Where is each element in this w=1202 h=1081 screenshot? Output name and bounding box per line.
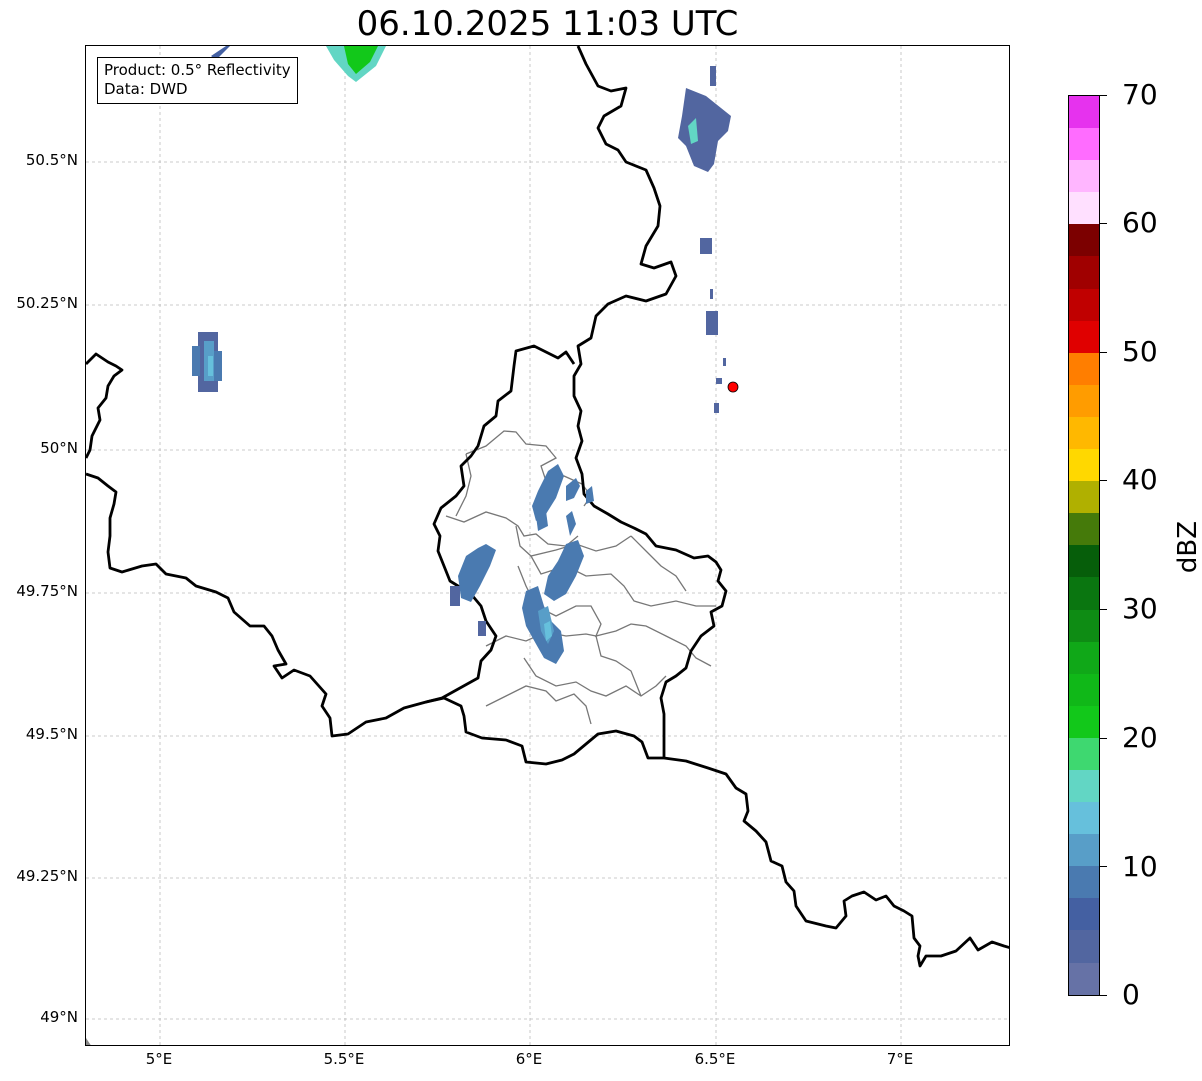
lat-label-50: 50°N [40,439,78,457]
lon-label-5: 5°E [145,1050,173,1068]
colorbar-segment [1069,866,1099,899]
colorbar-segment [1069,481,1099,514]
colorbar-segment [1069,834,1099,867]
colorbar-tick [1100,995,1107,996]
lat-label-49-75: 49.75°N [16,582,78,600]
lat-label-49-25: 49.25°N [16,867,78,885]
lat-label-49-5: 49.5°N [25,725,78,743]
colorbar-segment [1069,641,1099,674]
lon-label-6-5: 6.5°E [694,1050,736,1068]
radar-echoes [192,46,731,664]
colorbar-title: dBZ [1173,520,1202,574]
map-title: 06.10.2025 11:03 UTC [356,4,739,44]
colorbar-segment [1069,930,1099,963]
colorbar-segment [1069,898,1099,931]
colorbar-label-20: 20 [1122,721,1158,754]
colorbar-label-60: 60 [1122,206,1158,239]
colorbar-tick [1100,95,1107,96]
info-product: Product: 0.5° Reflectivity [104,61,291,79]
colorbar-segment [1069,384,1099,417]
colorbar-segment [1069,802,1099,835]
colorbar-tick [1100,352,1107,353]
map-canvas [86,46,1009,1045]
colorbar-segment [1069,962,1099,995]
colorbar-tick [1100,480,1107,481]
radar-map[interactable] [85,45,1010,1046]
colorbar-segment [1069,288,1099,321]
lat-label-50-5: 50.5°N [25,151,78,169]
colorbar-label-30: 30 [1122,592,1158,625]
colorbar-segment [1069,577,1099,610]
colorbar-segment [1069,160,1099,193]
colorbar-segment [1069,737,1099,770]
colorbar-label-70: 70 [1122,78,1158,111]
lon-label-5-5: 5.5°E [323,1050,365,1068]
colorbar-segment [1069,224,1099,257]
colorbar-segment [1069,609,1099,642]
colorbar-label-50: 50 [1122,335,1158,368]
colorbar-segment [1069,256,1099,289]
lat-label-50-25: 50.25°N [16,294,78,312]
colorbar-segment [1069,96,1099,129]
colorbar-label-0: 0 [1122,978,1140,1011]
colorbar-tick [1100,223,1107,224]
lat-label-49: 49°N [40,1008,78,1026]
colorbar-segment [1069,449,1099,482]
colorbar-segment [1069,352,1099,385]
colorbar-label-40: 40 [1122,463,1158,496]
colorbar-segment [1069,545,1099,578]
colorbar [1068,95,1100,996]
lon-label-6: 6°E [515,1050,543,1068]
colorbar-segment [1069,128,1099,161]
colorbar-tick [1100,738,1107,739]
colorbar-tick [1100,866,1107,867]
colorbar-tick [1100,609,1107,610]
lon-label-7: 7°E [886,1050,914,1068]
info-box: Product: 0.5° Reflectivity Data: DWD [97,57,298,104]
info-data-source: Data: DWD [104,80,188,98]
colorbar-segment [1069,705,1099,738]
colorbar-segment [1069,416,1099,450]
colorbar-label-10: 10 [1122,850,1158,883]
colorbar-segment [1069,769,1099,803]
colorbar-segment [1069,673,1099,706]
colorbar-segment [1069,192,1099,225]
colorbar-segment [1069,320,1099,353]
location-marker [727,381,739,393]
colorbar-segment [1069,513,1099,546]
